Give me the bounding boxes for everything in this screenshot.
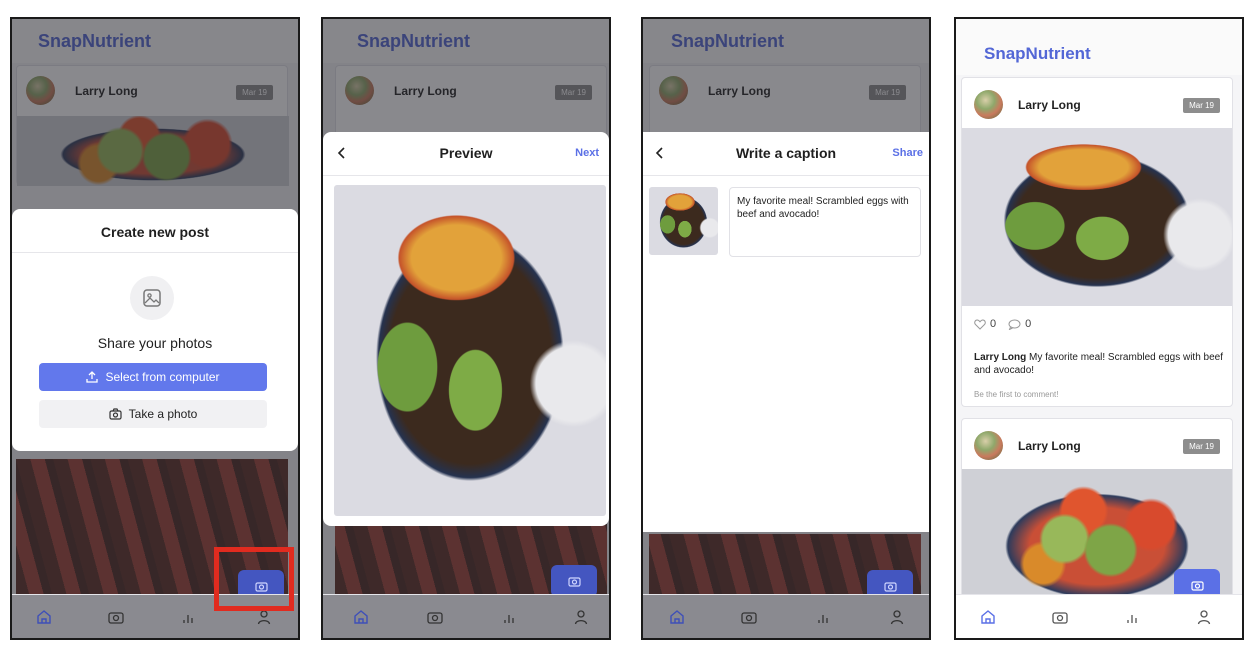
user-icon[interactable] — [569, 605, 593, 629]
select-label: Select from computer — [105, 370, 220, 384]
date-badge: Mar 19 — [1183, 98, 1220, 113]
camera-icon[interactable] — [423, 605, 447, 629]
caption-input[interactable]: My favorite meal! Scrambled eggs with be… — [729, 187, 921, 257]
caption-modal: Write a caption Share My favorite meal! … — [643, 132, 929, 532]
post-photo — [962, 128, 1232, 306]
heart-icon[interactable] — [974, 318, 986, 330]
date-badge: Mar 19 — [1183, 439, 1220, 454]
camera-icon — [567, 577, 581, 587]
screen-preview: SnapNutrient Larry Long Mar 19 Preview N… — [321, 17, 611, 640]
camera-icon — [1190, 581, 1204, 591]
divider — [323, 175, 609, 176]
caption-username[interactable]: Larry Long — [974, 352, 1026, 363]
take-photo-button[interactable]: Take a photo — [39, 400, 267, 428]
post-card: Larry Long Mar 19 0 0 Larry Long My favo… — [961, 77, 1233, 407]
chart-icon[interactable] — [811, 605, 835, 629]
app-header: SnapNutrient — [956, 19, 1242, 75]
post-username[interactable]: Larry Long — [1018, 98, 1081, 112]
home-icon[interactable] — [665, 605, 689, 629]
comment-count: 0 — [1025, 318, 1032, 330]
caption-thumbnail — [649, 187, 718, 255]
post-caption: Larry Long My favorite meal! Scrambled e… — [974, 351, 1224, 377]
share-photos-text: Share your photos — [97, 335, 213, 351]
comment-icon[interactable] — [1008, 319, 1021, 330]
chart-icon[interactable] — [176, 605, 200, 629]
take-photo-label: Take a photo — [128, 407, 198, 421]
modal-title: Preview — [439, 145, 493, 161]
chart-icon[interactable] — [497, 605, 521, 629]
highlight-box — [214, 547, 294, 611]
camera-icon[interactable] — [737, 605, 761, 629]
modal-title: Create new post — [100, 224, 210, 240]
divider — [12, 252, 298, 253]
comment-prompt[interactable]: Be the first to comment! — [974, 390, 1058, 399]
post-header: Larry Long Mar 19 — [962, 419, 1232, 469]
user-icon[interactable] — [1192, 605, 1216, 629]
preview-modal: Preview Next — [323, 132, 609, 526]
camera-icon[interactable] — [1048, 605, 1072, 629]
like-count: 0 — [990, 318, 997, 330]
post-actions: 0 0 — [974, 318, 1031, 330]
avatar[interactable] — [974, 90, 1003, 119]
user-icon[interactable] — [885, 605, 909, 629]
chart-icon[interactable] — [1120, 605, 1144, 629]
next-button[interactable]: Next — [575, 147, 599, 159]
camera-icon[interactable] — [104, 605, 128, 629]
bottom-nav — [323, 594, 609, 638]
bottom-nav — [956, 594, 1242, 638]
camera-icon — [109, 408, 122, 420]
select-from-computer-button[interactable]: Select from computer — [39, 363, 267, 391]
post-username[interactable]: Larry Long — [1018, 439, 1081, 453]
avatar[interactable] — [974, 431, 1003, 460]
bottom-nav — [643, 594, 929, 638]
brand-title: SnapNutrient — [984, 44, 1091, 63]
home-icon[interactable] — [32, 605, 56, 629]
screen-caption: SnapNutrient Larry Long Mar 19 Write a c… — [641, 17, 931, 640]
camera-fab[interactable] — [551, 565, 597, 597]
image-icon — [130, 276, 174, 320]
home-icon[interactable] — [976, 605, 1000, 629]
create-post-modal: Create new post Share your photos Select… — [12, 209, 298, 451]
divider — [643, 175, 929, 176]
camera-icon — [883, 582, 897, 592]
modal-title: Write a caption — [735, 145, 837, 161]
post-header: Larry Long Mar 19 — [962, 78, 1232, 128]
home-icon[interactable] — [349, 605, 373, 629]
preview-photo — [334, 185, 606, 516]
screen-feed: SnapNutrient Larry Long Mar 19 0 0 Larry… — [954, 17, 1244, 640]
upload-icon — [86, 371, 99, 383]
share-button[interactable]: Share — [892, 147, 923, 159]
